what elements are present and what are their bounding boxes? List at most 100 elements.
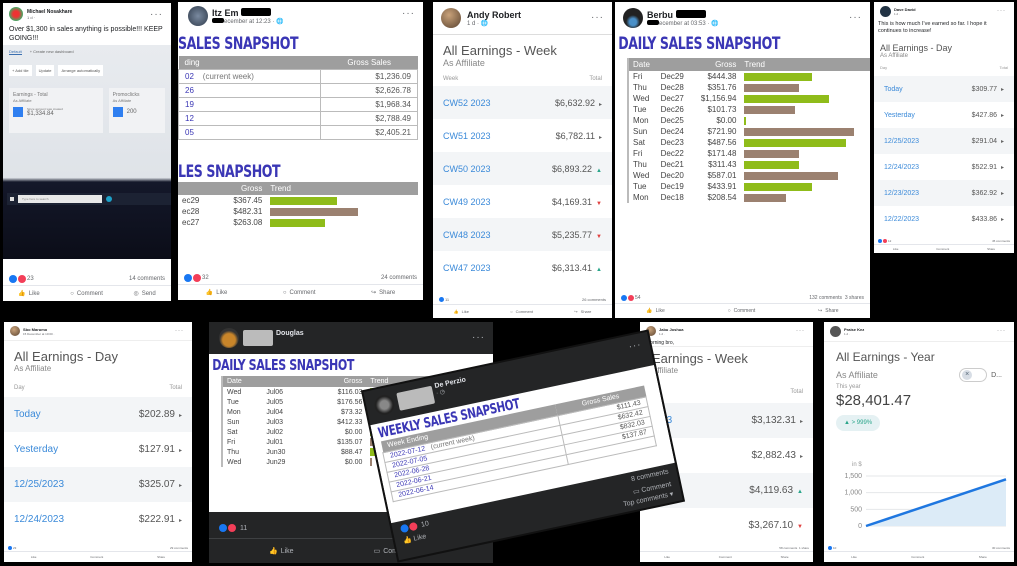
period-link[interactable]: CW48 2023: [443, 230, 491, 240]
toggle-switch[interactable]: ×: [959, 368, 988, 382]
avatar[interactable]: [219, 328, 239, 348]
period-link[interactable]: 12/23/2023: [884, 190, 919, 197]
reaction-count[interactable]: 54: [635, 295, 641, 301]
more-options-icon[interactable]: ···: [997, 8, 1006, 14]
share-button[interactable]: Share: [979, 555, 987, 559]
more-options-icon[interactable]: ···: [796, 328, 805, 334]
share-button[interactable]: Share: [781, 555, 789, 559]
like-button[interactable]: 👍 Like: [454, 309, 469, 314]
comment-button[interactable]: Comment: [90, 555, 103, 559]
like-button[interactable]: 👍 Like: [18, 290, 40, 298]
period-link[interactable]: CW52 2023: [443, 98, 491, 108]
share-button[interactable]: Share: [987, 247, 995, 251]
reaction-count[interactable]: 23: [13, 546, 16, 550]
earnings-row[interactable]: Yesterday $127.91 ▸: [4, 432, 192, 467]
share-button[interactable]: ↪ Share: [818, 308, 839, 314]
earnings-row[interactable]: CW48 2023 $5,235.77 ▼: [433, 218, 612, 251]
earnings-row[interactable]: 12/24/2023 $522.91 ▸: [874, 154, 1014, 180]
period-link[interactable]: CW51 2023: [443, 131, 491, 141]
windows-icon[interactable]: [10, 197, 14, 201]
author-name[interactable]: Douglas: [276, 330, 304, 337]
period-link[interactable]: 12/25/2023: [884, 138, 919, 145]
period-link[interactable]: CW49 2023: [443, 197, 491, 207]
avatar[interactable]: [623, 8, 643, 28]
like-button[interactable]: Like: [893, 247, 899, 251]
earnings-row[interactable]: 12/25/2023 $325.07 ▸: [4, 467, 192, 502]
period-link[interactable]: Yesterday: [884, 112, 915, 119]
author-name[interactable]: Andy Robert: [467, 10, 521, 20]
earnings-row[interactable]: CW49 2023 $4,169.31 ▼: [433, 185, 612, 218]
author-name[interactable]: Itz Em: [212, 7, 284, 18]
like-button[interactable]: 👍 Like: [646, 308, 664, 314]
earnings-row[interactable]: 12/25/2023 $291.04 ▸: [874, 128, 1014, 154]
add-tile-button[interactable]: + Add tile: [9, 65, 32, 76]
comment-count[interactable]: 132 comments: [809, 295, 842, 301]
tab-default[interactable]: Default: [9, 49, 22, 55]
period-link[interactable]: 12/22/2023: [884, 216, 919, 223]
more-options-icon[interactable]: ···: [150, 9, 163, 20]
share-count[interactable]: 1 share: [799, 546, 809, 550]
avatar[interactable]: [880, 6, 891, 17]
like-button[interactable]: 👍 Like: [206, 289, 228, 297]
like-button[interactable]: Like: [664, 555, 670, 559]
reaction-count[interactable]: 11: [240, 525, 247, 532]
comment-button[interactable]: Comment: [719, 555, 732, 559]
comment-count[interactable]: 14 comments: [129, 276, 165, 282]
share-button[interactable]: Share: [157, 555, 165, 559]
period-link[interactable]: Yesterday: [14, 444, 58, 455]
comment-count[interactable]: 58 comments: [779, 546, 797, 550]
earnings-row[interactable]: Today $309.77 ▸: [874, 76, 1014, 102]
earnings-row[interactable]: Yesterday $427.86 ▸: [874, 102, 1014, 128]
comment-button[interactable]: ○ Comment: [510, 309, 533, 314]
period-link[interactable]: Today: [884, 86, 903, 93]
earnings-row[interactable]: 12/23/2023 $362.92 ▸: [874, 180, 1014, 206]
comment-count[interactable]: 24 comments: [381, 275, 417, 281]
more-options-icon[interactable]: ···: [175, 328, 184, 334]
comment-count[interactable]: 30 comments: [992, 546, 1010, 550]
avatar[interactable]: [9, 7, 23, 21]
earnings-row[interactable]: CW52 2023 $6,632.92 ▸: [433, 86, 612, 119]
earnings-row[interactable]: CW50 2023 $6,893.22 ▲: [433, 152, 612, 185]
author-name[interactable]: Michael Nosakhare: [27, 9, 72, 15]
earnings-row[interactable]: 12/22/2023 $433.86 ▸: [874, 206, 1014, 232]
reaction-count[interactable]: 10: [420, 520, 429, 528]
period-link[interactable]: 12/24/2023: [14, 514, 64, 525]
comment-button[interactable]: Comment: [911, 555, 924, 559]
tab-create[interactable]: + Create new dashboard: [30, 49, 74, 55]
send-button[interactable]: ◎ Send: [133, 290, 155, 298]
like-button[interactable]: Like: [31, 555, 37, 559]
comment-count[interactable]: 26 comments: [582, 297, 606, 302]
more-options-icon[interactable]: ···: [849, 12, 862, 23]
avatar[interactable]: [372, 393, 397, 417]
more-options-icon[interactable]: ···: [472, 332, 485, 343]
period-link[interactable]: CW50 2023: [443, 164, 491, 174]
reaction-count[interactable]: 32: [202, 275, 209, 281]
share-button[interactable]: ↪ Share: [371, 289, 395, 297]
more-options-icon[interactable]: ···: [628, 339, 643, 352]
like-button[interactable]: Like: [851, 555, 857, 559]
earnings-row[interactable]: CW47 2023 $6,313.41 ▲: [433, 251, 612, 284]
arrange-button[interactable]: Arrange automatically: [58, 65, 104, 76]
like-button[interactable]: 👍 Like: [269, 547, 294, 556]
avatar[interactable]: [188, 6, 208, 26]
more-options-icon[interactable]: ···: [997, 328, 1006, 334]
more-options-icon[interactable]: ···: [591, 12, 604, 23]
avatar[interactable]: [441, 8, 461, 28]
comment-button[interactable]: ○ Comment: [70, 290, 103, 297]
reaction-count[interactable]: 10: [833, 546, 836, 550]
earnings-row[interactable]: $3,267.10 ▼: [640, 508, 813, 543]
reaction-count[interactable]: 23: [27, 276, 34, 282]
update-button[interactable]: Update: [35, 65, 55, 76]
period-link[interactable]: CW47 2023: [443, 263, 491, 273]
period-link[interactable]: Today: [14, 409, 41, 420]
share-button[interactable]: ↪ Share: [574, 309, 591, 314]
earnings-row[interactable]: 12/24/2023 $222.91 ▸: [4, 502, 192, 537]
reaction-count[interactable]: 12: [888, 239, 891, 243]
period-link[interactable]: 12/25/2023: [14, 479, 64, 490]
earnings-row[interactable]: CW51 2023 $6,782.11 ▸: [433, 119, 612, 152]
more-options-icon[interactable]: ···: [402, 8, 415, 19]
reaction-count[interactable]: 11: [445, 297, 449, 302]
comment-count[interactable]: 29 comments: [170, 546, 188, 550]
comment-button[interactable]: ○ Comment: [283, 289, 316, 296]
comment-button[interactable]: Comment: [936, 247, 949, 251]
